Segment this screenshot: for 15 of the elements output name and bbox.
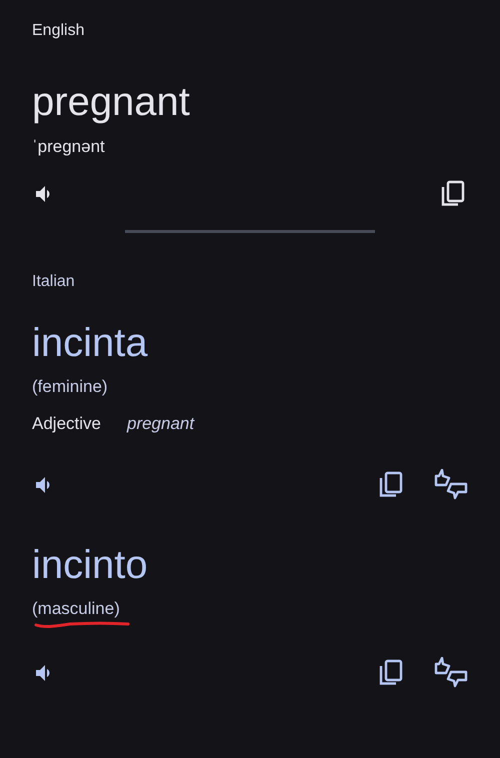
phonetic-text: ˈpregnənt: [32, 136, 106, 158]
language-label: English: [32, 21, 86, 41]
gender-label: (masculine): [32, 598, 120, 620]
gender-label: (feminine): [32, 376, 108, 398]
translation-word: incinta: [32, 320, 149, 367]
thumbs-up-down-icon[interactable]: [434, 656, 468, 688]
translation-word: incinto: [32, 542, 149, 588]
thumbs-up-down-icon[interactable]: [434, 468, 468, 500]
language-label: Italian: [32, 272, 76, 292]
back-translation: pregnant: [126, 413, 194, 435]
copy-icon[interactable]: [378, 658, 404, 686]
copy-icon[interactable]: [378, 470, 404, 498]
source-word: pregnant: [32, 79, 191, 126]
copy-icon[interactable]: [440, 180, 466, 208]
part-of-speech: Adjective: [32, 413, 101, 435]
